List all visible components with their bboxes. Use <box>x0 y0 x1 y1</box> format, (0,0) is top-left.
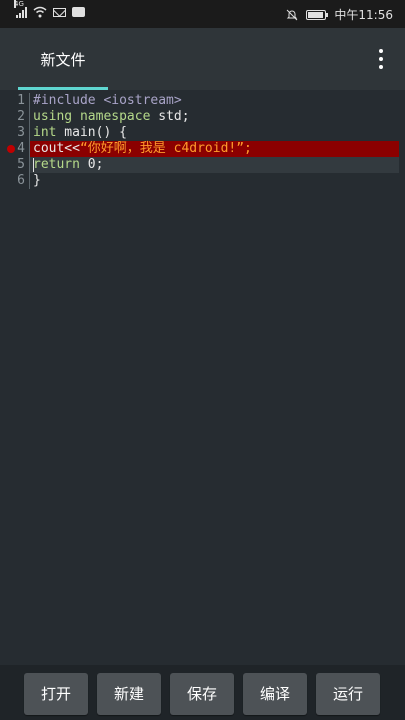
code-token: std; <box>150 109 190 124</box>
line-number: 5 <box>17 157 25 172</box>
app-bar: 新文件 <box>0 28 405 90</box>
line-number: 4 <box>17 141 25 156</box>
status-bar: 4G 中午11:56 <box>0 0 405 28</box>
bottom-toolbar: 打开 新建 保存 编译 运行 <box>0 665 405 720</box>
code-token: return <box>33 157 80 172</box>
battery-icon <box>306 9 329 20</box>
line-number: 3 <box>17 125 25 140</box>
code-token: 0; <box>79 157 104 172</box>
new-button[interactable]: 新建 <box>97 673 161 715</box>
code-line: 5 return 0; <box>0 157 405 173</box>
code-token: “你好啊，我是 c4droid!”; <box>79 141 252 156</box>
code-token: namespace <box>79 109 151 124</box>
line-number: 2 <box>17 109 25 124</box>
wifi-icon <box>33 6 47 18</box>
text-cursor <box>33 158 34 172</box>
code-token: cout<< <box>33 141 80 156</box>
code-editor[interactable]: 1 #include <iostream> 2 using namespace … <box>0 90 405 665</box>
more-vert-icon[interactable] <box>369 46 393 72</box>
code-token: int <box>33 125 57 140</box>
code-token: main() { <box>56 125 127 140</box>
code-line: 2 using namespace std; <box>0 109 405 125</box>
clock: 中午11:56 <box>334 8 393 22</box>
compile-button[interactable]: 编译 <box>243 673 307 715</box>
code-token: #include <iostream> <box>33 93 182 108</box>
tab-label: 新文件 <box>40 51 86 69</box>
line-number: 1 <box>17 93 25 108</box>
signal-icon: 4G <box>14 0 27 18</box>
tab-new-file[interactable]: 新文件 <box>18 28 108 90</box>
network-type-label: 4G <box>14 0 24 8</box>
mail-icon <box>53 7 66 17</box>
open-button[interactable]: 打开 <box>24 673 88 715</box>
bell-muted-icon <box>286 9 298 21</box>
code-line: 6 } <box>0 173 405 189</box>
code-line: 1 #include <iostream> <box>0 93 405 109</box>
line-number: 6 <box>17 173 25 188</box>
save-button[interactable]: 保存 <box>170 673 234 715</box>
message-icon <box>72 7 85 17</box>
code-token: } <box>33 173 41 188</box>
run-button[interactable]: 运行 <box>316 673 380 715</box>
code-line: 4 cout<<“你好啊，我是 c4droid!”; <box>0 141 405 157</box>
code-token: using <box>33 109 73 124</box>
code-line: 3 int main() { <box>0 125 405 141</box>
